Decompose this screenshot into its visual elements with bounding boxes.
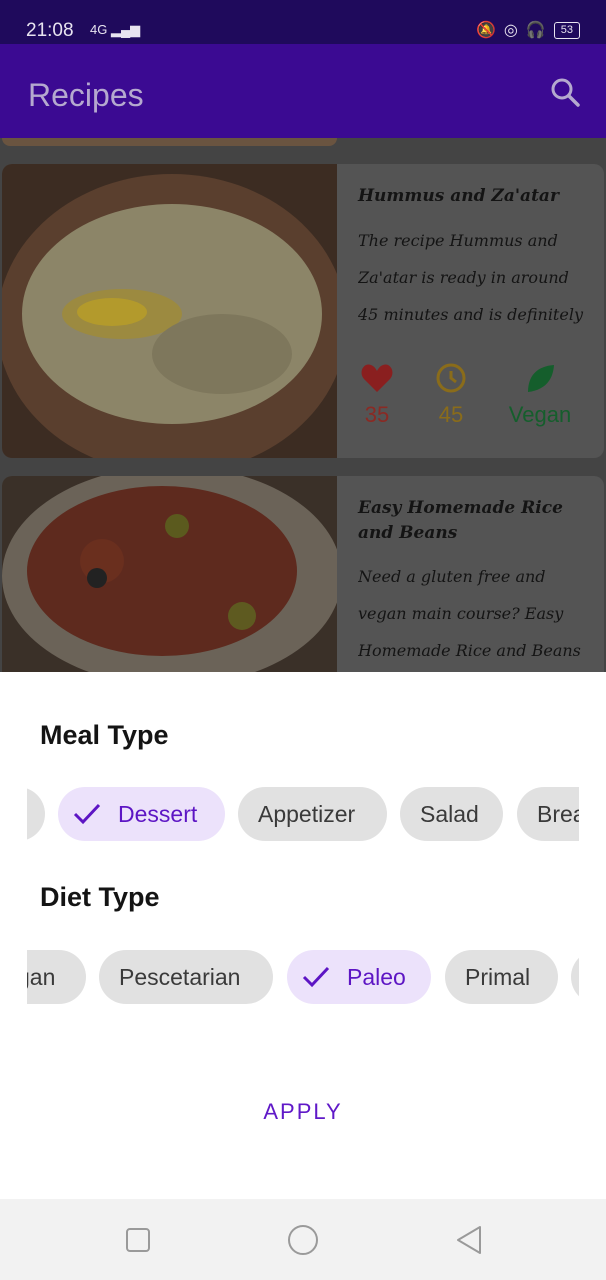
- recipe-image: [2, 164, 337, 458]
- partial-recipe-card[interactable]: [2, 138, 337, 146]
- likes-metric: 35: [337, 362, 417, 428]
- status-icons: 🔕 ◎ 🎧 53: [476, 20, 580, 40]
- chip-dessert[interactable]: Dessert: [58, 787, 225, 841]
- filter-bottom-sheet: Meal Type Dessert Appetizer Salad Brea D…: [0, 672, 606, 1199]
- time-metric: 45: [411, 362, 491, 428]
- leaf-icon: [528, 365, 554, 392]
- battery-icon: 53: [553, 21, 580, 39]
- status-bar: 21:08 4G ▂▄▆ 🔕 ◎ 🎧 53: [0, 0, 606, 44]
- meal-type-chip-group: Dessert Appetizer Salad Brea: [27, 787, 579, 843]
- search-icon[interactable]: [550, 77, 580, 107]
- home-circle-icon[interactable]: [286, 1223, 320, 1257]
- recipe-image: [2, 476, 337, 672]
- recipe-card[interactable]: Easy Homemade Rice and Beans Need a glut…: [2, 476, 604, 672]
- heart-icon: [361, 364, 393, 392]
- check-icon: [73, 803, 101, 825]
- chip-appetizer[interactable]: Appetizer: [238, 787, 387, 841]
- chip-diet-partial[interactable]: [571, 950, 579, 1004]
- diet-metric: Vegan: [500, 362, 580, 428]
- sync-icon: ◎: [503, 22, 518, 39]
- chip-label: Dessert: [118, 801, 198, 827]
- chip-paleo[interactable]: Paleo: [287, 950, 431, 1004]
- app-bar: Recipes: [0, 44, 606, 138]
- page-title: Recipes: [28, 77, 144, 113]
- minutes-count: 45: [438, 402, 464, 427]
- mute-notification-icon: 🔕: [475, 22, 496, 39]
- recipe-card[interactable]: Hummus and Za'atar The recipe Hummus and…: [2, 164, 604, 458]
- recents-square-icon[interactable]: [121, 1223, 155, 1257]
- meal-type-title: Meal Type: [40, 720, 169, 750]
- chip-meal-partial[interactable]: [27, 787, 45, 841]
- system-nav-bar: [0, 1199, 606, 1280]
- diet-type-title: Diet Type: [40, 882, 160, 912]
- recipe-description: Need a gluten free and vegan main course…: [358, 567, 581, 660]
- check-icon: [302, 966, 330, 988]
- diet-label: Vegan: [508, 402, 572, 427]
- chip-label: Paleo: [347, 964, 406, 990]
- recipe-description: The recipe Hummus and Za'atar is ready i…: [358, 231, 583, 324]
- diet-type-chip-group: gan Pescetarian Paleo Primal: [27, 950, 579, 1006]
- clock-icon: [436, 363, 466, 393]
- recipe-title: Easy Homemade Rice and Beans: [358, 498, 563, 543]
- apply-button[interactable]: APPLY: [203, 1090, 403, 1134]
- chip-breakfast[interactable]: Brea: [517, 787, 579, 841]
- chip-pescetarian[interactable]: Pescetarian: [99, 950, 273, 1004]
- network-type: 4G: [90, 22, 108, 37]
- likes-count: 35: [364, 402, 390, 427]
- recipe-list: Hummus and Za'atar The recipe Hummus and…: [0, 138, 606, 672]
- recipe-title: Hummus and Za'atar: [358, 186, 559, 206]
- signal-icon: 4G ▂▄▆: [90, 22, 141, 37]
- headphones-icon: 🎧: [525, 22, 546, 39]
- status-time: 21:08: [26, 20, 74, 41]
- back-triangle-icon[interactable]: [452, 1223, 486, 1257]
- chip-primal[interactable]: Primal: [445, 950, 558, 1004]
- chip-salad[interactable]: Salad: [400, 787, 503, 841]
- chip-vegan[interactable]: gan: [27, 950, 86, 1004]
